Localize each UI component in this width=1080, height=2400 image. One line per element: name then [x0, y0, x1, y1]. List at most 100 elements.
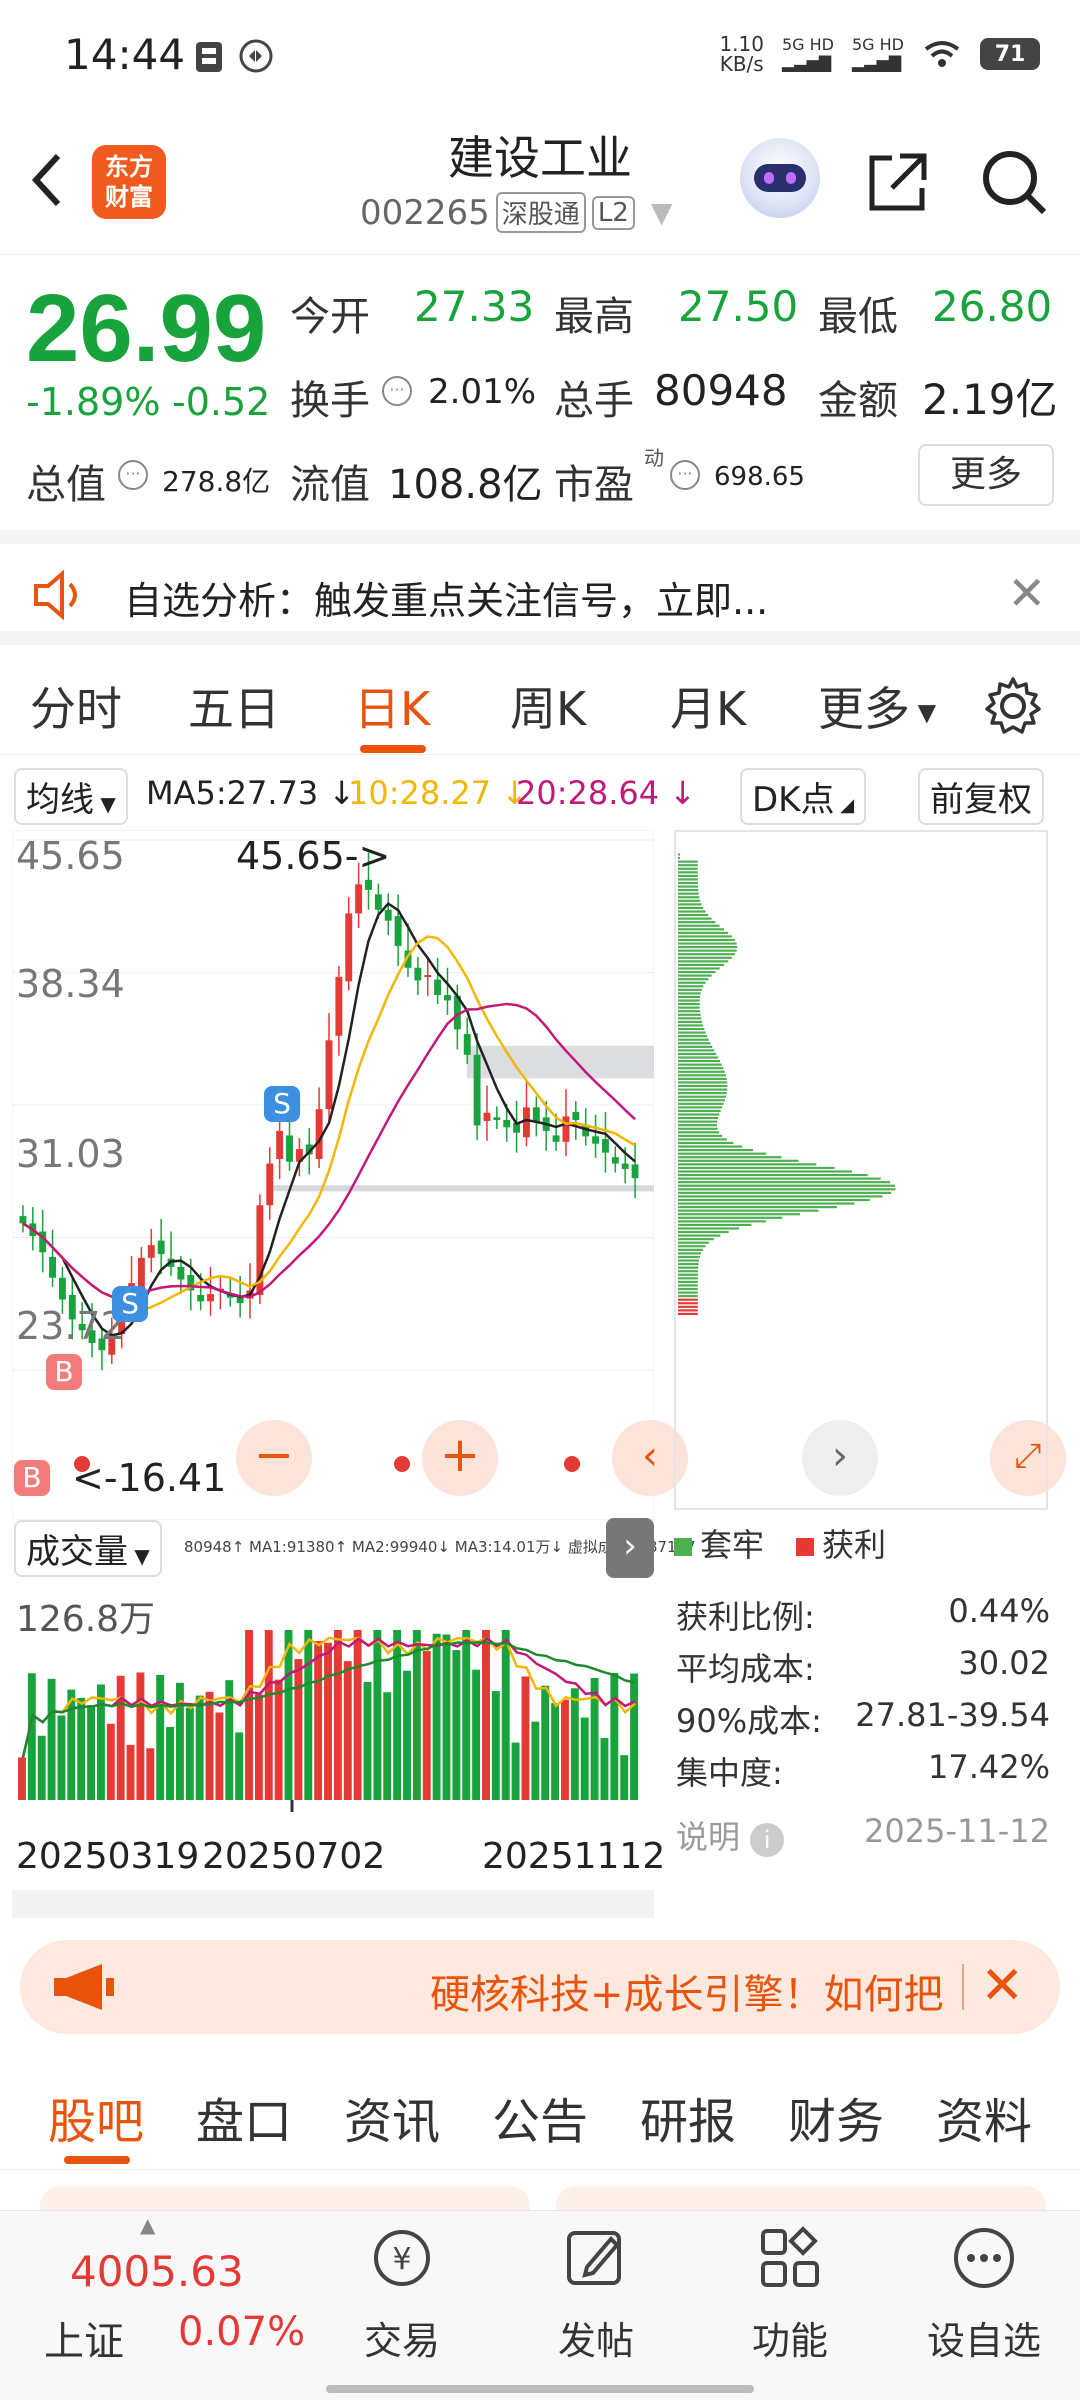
- buy-signal[interactable]: B: [46, 1354, 82, 1390]
- change-value: -0.52: [172, 380, 271, 424]
- candle-body: [137, 1257, 145, 1288]
- chip-distribution: [674, 830, 1048, 1510]
- ma20-value: 20:28.64 ↓: [516, 774, 697, 812]
- volume-bar: [126, 1744, 135, 1800]
- nav-post[interactable]: 发帖: [536, 2223, 656, 2365]
- tab-more[interactable]: 更多 ▼: [818, 673, 936, 739]
- tab-5day[interactable]: 五日: [188, 673, 280, 739]
- zoom-out-button[interactable]: −: [236, 1420, 312, 1496]
- share-icon[interactable]: [862, 148, 932, 218]
- close-icon[interactable]: ✕: [980, 1956, 1024, 2016]
- low-annotation: <-16.41: [72, 1456, 227, 1500]
- volume-bar: [205, 1691, 214, 1800]
- note-link[interactable]: 说明 i: [676, 1812, 785, 1858]
- volume-bar: [96, 1684, 105, 1800]
- tab-weekly-k[interactable]: 周K: [510, 673, 586, 739]
- volume-bar: [166, 1726, 174, 1800]
- volume-value: 80948: [654, 366, 788, 415]
- sell-signal[interactable]: S: [264, 1086, 300, 1122]
- chip-bar: [677, 1202, 855, 1205]
- chip-bar: [677, 1302, 698, 1305]
- candle-body: [236, 1297, 244, 1304]
- candle-body: [503, 1120, 511, 1128]
- nav-function[interactable]: 功能: [730, 2223, 850, 2365]
- chip-bar: [677, 978, 709, 981]
- promo-banner[interactable]: 硬核科技+成长引擎！如何把 ✕: [20, 1940, 1060, 2034]
- more-button[interactable]: 更多: [918, 444, 1054, 506]
- chip-bar: [677, 1305, 698, 1308]
- chip-bar: [677, 1116, 719, 1120]
- volume-bar: [432, 1633, 441, 1800]
- volume-bar: [215, 1712, 224, 1800]
- notice-bar[interactable]: 自选分析：触发重点关注信号，立即... ✕: [0, 530, 1080, 645]
- support-zone: [270, 1185, 654, 1192]
- x-tick: 20251112: [482, 1836, 666, 1877]
- nav-function-label: 功能: [751, 2319, 828, 2363]
- chip-bar: [677, 1006, 700, 1009]
- volume-bar: [403, 1670, 411, 1800]
- x-axis: 20250319 20250702 20251112: [12, 1836, 665, 1886]
- adjust-selector[interactable]: 前复权: [918, 768, 1044, 825]
- tab-news[interactable]: 资讯: [344, 2082, 440, 2152]
- chip-legend: 套牢 获利: [674, 1520, 886, 1566]
- chip-bar: [677, 1270, 699, 1273]
- candle-body: [207, 1294, 214, 1302]
- chip-bar: [677, 1223, 752, 1226]
- tab-finance[interactable]: 财务: [788, 2082, 884, 2152]
- tab-daily-k[interactable]: 日K: [354, 673, 430, 739]
- tab-research[interactable]: 研报: [640, 2082, 736, 2152]
- ma-selector[interactable]: 均线 ▼: [14, 768, 128, 825]
- chip-bar: [677, 988, 702, 991]
- search-icon[interactable]: [978, 146, 1050, 218]
- chip-bar: [677, 1287, 698, 1291]
- chip-bar: [677, 1127, 718, 1130]
- chip-bar: [677, 949, 737, 952]
- change-percent: -1.89%: [26, 380, 161, 424]
- back-icon[interactable]: [28, 150, 68, 210]
- info-icon[interactable]: ···: [118, 460, 148, 490]
- index-change[interactable]: 0.07%: [178, 2309, 305, 2355]
- nav-trade[interactable]: ¥ 交易: [342, 2223, 462, 2365]
- zoom-in-button[interactable]: +: [422, 1420, 498, 1496]
- index-name[interactable]: 上证: [44, 2309, 124, 2367]
- index-value[interactable]: 4005.63: [70, 2247, 244, 2296]
- chip-bar: [677, 1241, 710, 1244]
- tab-pankou[interactable]: 盘口: [196, 2082, 292, 2152]
- volume-bar: [491, 1691, 500, 1800]
- volume-bar: [156, 1674, 165, 1800]
- low-value: 26.80: [932, 282, 1053, 331]
- close-icon[interactable]: ✕: [1007, 566, 1046, 620]
- wifi-icon: [924, 41, 960, 67]
- candle-body: [601, 1139, 609, 1153]
- info-icon[interactable]: ···: [382, 376, 412, 406]
- settings-gear-icon[interactable]: [982, 675, 1044, 737]
- chip-bar: [677, 1184, 896, 1187]
- chip-bar: [677, 885, 699, 888]
- tab-guba[interactable]: 股吧: [48, 2082, 144, 2152]
- expand-arrow-icon[interactable]: ›: [606, 1518, 654, 1578]
- chip-bar: [677, 1280, 698, 1283]
- tab-announcement[interactable]: 公告: [492, 2082, 588, 2152]
- event-dot: [394, 1456, 410, 1472]
- chip-bar: [677, 928, 725, 931]
- volume-bar: [67, 1689, 76, 1800]
- volume-selector[interactable]: 成交量 ▼: [14, 1520, 162, 1577]
- app-logo[interactable]: 东方财富: [92, 145, 166, 219]
- chip-bar: [677, 1074, 726, 1077]
- chip-bar: [677, 963, 725, 967]
- nav-add-watchlist[interactable]: 设自选: [924, 2223, 1044, 2365]
- tab-profile[interactable]: 资料: [936, 2082, 1032, 2152]
- stat-concentration: 集中度: 17.42%: [676, 1748, 1050, 1792]
- info-icon[interactable]: ···: [670, 460, 700, 490]
- more-icon: [954, 2228, 1014, 2288]
- candle-body: [276, 1130, 284, 1160]
- scroll-track[interactable]: [12, 1890, 654, 1918]
- tab-monthly-k[interactable]: 月K: [670, 673, 746, 739]
- sell-signal[interactable]: S: [112, 1286, 148, 1322]
- dropdown-icon[interactable]: ▼: [651, 196, 673, 229]
- candle-body: [325, 1040, 333, 1110]
- tab-intraday[interactable]: 分时: [30, 673, 122, 739]
- assistant-avatar[interactable]: [740, 138, 820, 218]
- buy-signal[interactable]: B: [14, 1460, 50, 1496]
- dk-selector[interactable]: DK点 ◢: [740, 768, 867, 825]
